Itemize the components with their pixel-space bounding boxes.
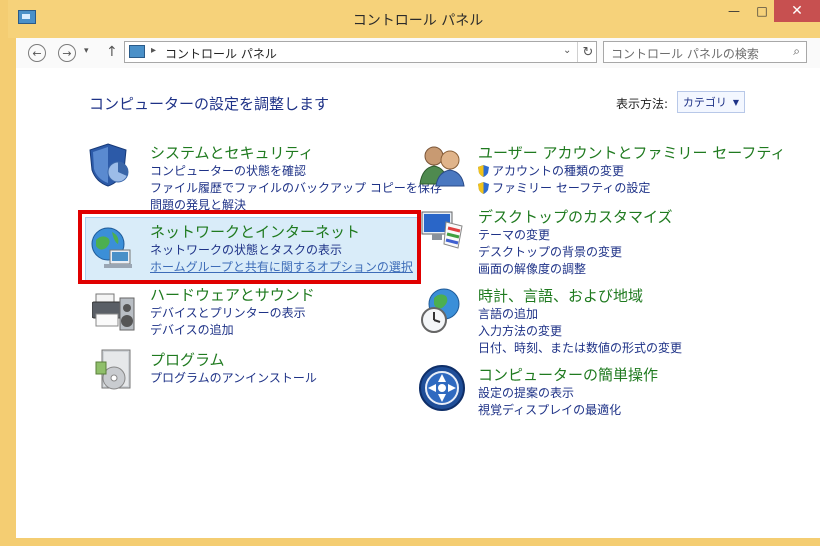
category-title[interactable]: システムとセキュリティ (150, 142, 442, 163)
search-placeholder: コントロール パネルの検索 (611, 47, 759, 61)
minimize-button[interactable]: — (720, 0, 748, 22)
control-panel-window: コントロール パネル — □ ✕ ← → ▾ ↑ ▸ コントロール パネル ⌄ … (0, 0, 820, 546)
category-title[interactable]: ハードウェアとサウンド (150, 284, 315, 305)
program-box-icon[interactable] (94, 348, 138, 398)
breadcrumb[interactable]: コントロール パネル (165, 45, 277, 62)
maximize-button[interactable]: □ (748, 0, 776, 22)
category-system-security: システムとセキュリティ コンピューターの状態を確認 ファイル履歴でファイルのバッ… (150, 142, 442, 214)
control-panel-icon (129, 45, 145, 58)
link-change-account-type[interactable]: アカウントの種類の変更 (478, 163, 785, 180)
view-by-value: カテゴリ (682, 96, 727, 109)
link-family-safety[interactable]: ファミリー セーフティの設定 (478, 180, 785, 197)
link-change-background[interactable]: デスクトップの背景の変更 (478, 244, 673, 261)
accessibility-icon[interactable] (418, 364, 466, 416)
window-title: コントロール パネル (352, 13, 484, 29)
link-adjust-resolution[interactable]: 画面の解像度の調整 (478, 261, 673, 278)
recent-locations-icon[interactable]: ▾ (84, 46, 89, 56)
address-dropdown-icon[interactable]: ⌄ (563, 45, 571, 56)
users-icon[interactable] (418, 142, 466, 192)
shield-pie-icon[interactable] (88, 142, 132, 192)
address-bar[interactable]: ▸ コントロール パネル ⌄ ↻ (124, 41, 597, 63)
link-add-language[interactable]: 言語の追加 (478, 306, 682, 323)
link-optimize-display[interactable]: 視覚ディスプレイの最適化 (478, 402, 658, 419)
search-input[interactable]: コントロール パネルの検索 ⌕ (603, 41, 807, 63)
link-devices-printers[interactable]: デバイスとプリンターの表示 (150, 305, 315, 322)
refresh-button[interactable]: ↻ (577, 42, 598, 62)
uac-shield-icon (478, 182, 489, 194)
content-area: ← → ▾ ↑ ▸ コントロール パネル ⌄ ↻ コントロール パネルの検索 ⌕… (16, 38, 820, 538)
link-change-theme[interactable]: テーマの変更 (478, 227, 673, 244)
page-title: コンピューターの設定を調整します (89, 95, 330, 113)
forward-button[interactable]: → (58, 44, 76, 62)
search-icon[interactable]: ⌕ (793, 44, 800, 59)
breadcrumb-separator-icon[interactable]: ▸ (151, 45, 156, 56)
navigation-bar: ← → ▾ ↑ ▸ コントロール パネル ⌄ ↻ コントロール パネルの検索 ⌕ (16, 38, 820, 68)
link-recommended-settings[interactable]: 設定の提案の表示 (478, 385, 658, 402)
view-by-dropdown[interactable]: カテゴリ ▼ (677, 91, 745, 113)
close-button[interactable]: ✕ (774, 0, 820, 22)
annotation-highlight-frame (78, 210, 421, 284)
category-title[interactable]: 時計、言語、および地域 (478, 285, 682, 306)
category-title[interactable]: コンピューターの簡単操作 (478, 364, 658, 385)
back-button[interactable]: ← (28, 44, 46, 62)
title-bar: コントロール パネル — □ ✕ (8, 0, 820, 38)
category-title[interactable]: プログラム (150, 349, 317, 370)
category-clock-language-region: 時計、言語、および地域 言語の追加 入力方法の変更 日付、時刻、または数値の形式… (478, 285, 682, 357)
category-desktop-customization: デスクトップのカスタマイズ テーマの変更 デスクトップの背景の変更 画面の解像度… (478, 206, 673, 278)
view-by-label: 表示方法: (616, 97, 669, 111)
globe-clock-icon[interactable] (418, 288, 466, 338)
link-add-device[interactable]: デバイスの追加 (150, 322, 315, 339)
category-programs: プログラム プログラムのアンインストール (150, 349, 317, 387)
link-change-input-method[interactable]: 入力方法の変更 (478, 323, 682, 340)
monitor-palette-icon[interactable] (418, 208, 466, 258)
category-hardware-sound: ハードウェアとサウンド デバイスとプリンターの表示 デバイスの追加 (150, 284, 315, 339)
link-label: ファミリー セーフティの設定 (492, 181, 651, 195)
link-change-date-format[interactable]: 日付、時刻、または数値の形式の変更 (478, 340, 682, 357)
category-title[interactable]: デスクトップのカスタマイズ (478, 206, 673, 227)
category-ease-of-access: コンピューターの簡単操作 設定の提案の表示 視覚ディスプレイの最適化 (478, 364, 658, 419)
link-check-status[interactable]: コンピューターの状態を確認 (150, 163, 442, 180)
chevron-down-icon: ▼ (732, 97, 740, 107)
category-title[interactable]: ユーザー アカウントとファミリー セーフティ (478, 142, 785, 163)
up-button[interactable]: ↑ (106, 44, 118, 60)
printer-speaker-icon[interactable] (91, 288, 136, 338)
uac-shield-icon (478, 165, 489, 177)
link-file-history[interactable]: ファイル履歴でファイルのバックアップ コピーを保存 (150, 180, 442, 197)
category-user-accounts: ユーザー アカウントとファミリー セーフティ アカウントの種類の変更 ファミリー… (478, 142, 785, 197)
link-label: アカウントの種類の変更 (492, 164, 625, 178)
link-uninstall-program[interactable]: プログラムのアンインストール (150, 370, 317, 387)
